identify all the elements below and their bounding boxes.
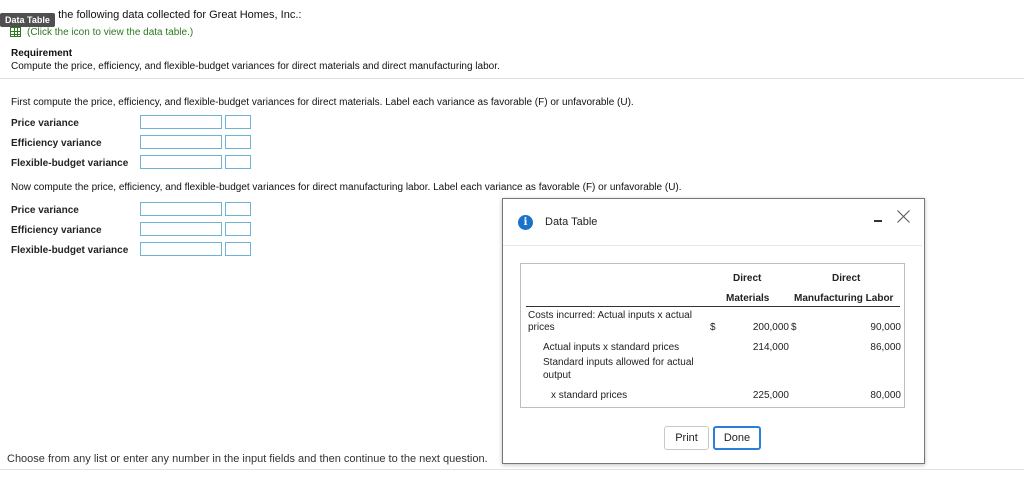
dl-price-variance-input[interactable] (140, 202, 222, 216)
requirement-text: Compute the price, efficiency, and flexi… (11, 61, 500, 72)
print-button[interactable]: Print (664, 426, 709, 450)
dl-efficiency-variance-label: Efficiency variance (11, 225, 102, 236)
data-table-tooltip: Data Table (0, 13, 55, 27)
col-direct-labor-line1: Direct (832, 273, 861, 284)
part1-instruction: First compute the price, efficiency, and… (11, 97, 634, 108)
dl-price-variance-fu-select[interactable] (225, 202, 251, 216)
dm-flexible-budget-variance-fu-select[interactable] (225, 155, 251, 169)
col-direct-materials-line2: Materials (726, 293, 770, 304)
col-direct-labor-line2: Manufacturing Labor (794, 293, 894, 304)
dollar-sign: $ (710, 322, 716, 333)
footer-instruction: Choose from any list or enter any number… (7, 453, 488, 465)
dm-price-variance-fu-select[interactable] (225, 115, 251, 129)
data-table-dialog: i Data Table Direct Materials Direct Man… (502, 198, 925, 464)
dl-efficiency-variance-fu-select[interactable] (225, 222, 251, 236)
dm-efficiency-variance-fu-select[interactable] (225, 135, 251, 149)
dl-efficiency-variance-input[interactable] (140, 222, 222, 236)
dm-flexible-budget-variance-input[interactable] (140, 155, 222, 169)
dm-efficiency-variance-input[interactable] (140, 135, 222, 149)
dm-price-variance-input[interactable] (140, 115, 222, 129)
intro-line: the following data collected for Great H… (58, 9, 302, 21)
dl-actual-inputs-standard-prices-value: 86,000 (870, 342, 901, 353)
header-underline (526, 306, 900, 307)
row-costs-incurred-line2: prices (528, 322, 555, 333)
dm-standard-prices-value: 225,000 (752, 390, 789, 401)
footer-divider (0, 469, 1024, 470)
dm-actual-inputs-standard-prices-value: 214,000 (752, 342, 789, 353)
dialog-divider (503, 245, 922, 246)
dm-costs-incurred-value: 200,000 (752, 322, 789, 333)
done-button[interactable]: Done (713, 426, 761, 450)
dollar-sign: $ (791, 322, 797, 333)
row-costs-incurred-line1: Costs incurred: Actual inputs x actual (528, 310, 692, 321)
row-actual-inputs-standard-prices: Actual inputs x standard prices (543, 342, 680, 353)
view-data-table-link[interactable]: (Click the icon to view the data table.) (27, 27, 193, 38)
minimize-icon[interactable] (874, 220, 882, 222)
row-standard-inputs-line2: output (543, 370, 571, 381)
part2-instruction: Now compute the price, efficiency, and f… (11, 182, 682, 193)
dl-flexible-budget-variance-fu-select[interactable] (225, 242, 251, 256)
row-standard-inputs-line1: Standard inputs allowed for actual (543, 357, 694, 368)
divider (0, 78, 1024, 79)
info-icon: i (518, 215, 533, 230)
dl-flexible-budget-variance-input[interactable] (140, 242, 222, 256)
close-icon[interactable] (896, 209, 910, 223)
dm-price-variance-label: Price variance (11, 118, 79, 129)
dl-flexible-budget-variance-label: Flexible-budget variance (11, 245, 129, 256)
dm-efficiency-variance-label: Efficiency variance (11, 138, 102, 149)
dialog-title: Data Table (545, 216, 598, 228)
dl-standard-prices-value: 80,000 (870, 390, 901, 401)
dl-costs-incurred-value: 90,000 (870, 322, 901, 333)
dm-flexible-budget-variance-label: Flexible-budget variance (11, 158, 129, 169)
data-table: Direct Materials Direct Manufacturing La… (520, 263, 905, 408)
table-icon[interactable] (10, 27, 21, 37)
col-direct-materials-line1: Direct (733, 273, 762, 284)
dl-price-variance-label: Price variance (11, 205, 79, 216)
requirement-heading: Requirement (11, 48, 73, 59)
row-x-standard-prices: x standard prices (551, 390, 628, 401)
